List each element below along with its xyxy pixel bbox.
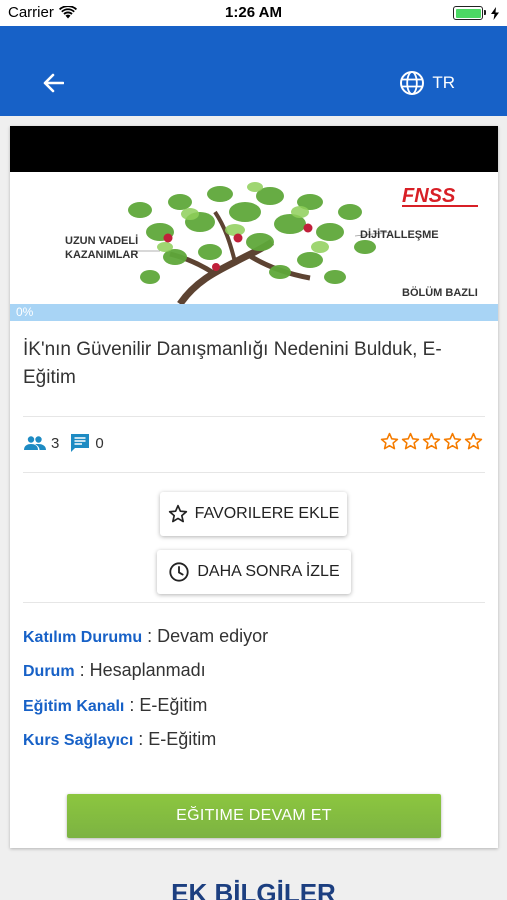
course-title: İK'nın Güvenilir Danışmanlığı Nedenini B… xyxy=(23,339,442,388)
tree-illustration: FNSS UZUN VADELİ KAZANIMLAR DİJİTALLEŞME… xyxy=(65,182,478,304)
banner-text: BÖLÜM BAZLI xyxy=(402,286,478,299)
add-to-favorites-label: FAVORILERE EKLE xyxy=(194,505,340,522)
clock-icon xyxy=(169,562,189,582)
info-key: Kurs Sağlayıcı xyxy=(23,732,134,749)
course-card: FNSS UZUN VADELİ KAZANIMLAR DİJİTALLEŞME… xyxy=(10,126,498,848)
divider xyxy=(23,416,485,417)
language-selector[interactable]: TR xyxy=(399,70,455,96)
additional-info-heading: EK BİLGİLER xyxy=(171,878,336,900)
add-to-favorites-button[interactable]: FAVORILERE EKLE xyxy=(160,492,347,536)
battery-icon xyxy=(453,6,486,20)
star-outline-icon[interactable] xyxy=(464,432,483,451)
status-bar: Carrier 1:26 AM xyxy=(0,0,507,26)
charging-icon xyxy=(491,6,499,20)
course-stats: 3 0 xyxy=(23,433,114,453)
star-outline-icon[interactable] xyxy=(380,432,399,451)
star-outline-icon[interactable] xyxy=(422,432,441,451)
clock: 1:26 AM xyxy=(225,4,282,21)
divider xyxy=(23,472,485,473)
comments-count: 0 xyxy=(95,434,104,452)
globe-icon xyxy=(400,71,425,95)
divider xyxy=(23,602,485,603)
course-banner-image: FNSS UZUN VADELİ KAZANIMLAR DİJİTALLEŞME… xyxy=(10,172,498,304)
comment-icon xyxy=(71,434,90,452)
info-value: : Devam ediyor xyxy=(142,626,269,646)
continue-training-button[interactable]: EĞITIME DEVAM ET xyxy=(67,794,441,838)
star-outline-icon[interactable] xyxy=(443,432,462,451)
rating-stars[interactable] xyxy=(380,432,483,451)
info-key: Eğitim Kanalı xyxy=(23,698,125,715)
arrow-left-icon xyxy=(43,73,64,93)
star-outline-icon[interactable] xyxy=(401,432,420,451)
watch-later-button[interactable]: DAHA SONRA İZLE xyxy=(157,550,351,594)
info-row-training-channel: Eğitim Kanalı : E-Eğitim xyxy=(23,695,207,716)
watch-later-label: DAHA SONRA İZLE xyxy=(197,563,340,580)
info-key: Katılım Durumu xyxy=(23,629,143,646)
info-row-status: Durum : Hesaplanmadı xyxy=(23,660,206,681)
star-outline-icon xyxy=(168,504,187,523)
info-row-participation-status: Katılım Durumu : Devam ediyor xyxy=(23,626,268,647)
info-value: : Hesaplanmadı xyxy=(74,660,206,680)
info-value: : E-Eğitim xyxy=(133,729,217,749)
info-key: Durum xyxy=(23,663,75,680)
progress-label: 0% xyxy=(16,305,34,319)
video-player[interactable] xyxy=(10,126,498,172)
progress-bar: 0% xyxy=(10,304,498,321)
banner-text: UZUN VADELİ xyxy=(65,234,138,247)
banner-text: KAZANIMLAR xyxy=(65,249,138,261)
back-button[interactable] xyxy=(36,66,70,100)
banner-text: DİJİTALLEŞME xyxy=(360,228,439,241)
language-label: TR xyxy=(432,73,455,92)
info-row-course-provider: Kurs Sağlayıcı : E-Eğitim xyxy=(23,729,216,750)
participants-count: 3 xyxy=(51,434,60,452)
app-header: TR xyxy=(0,26,507,116)
info-value: : E-Eğitim xyxy=(124,695,208,715)
brand-logo-text: FNSS xyxy=(402,185,456,207)
people-icon xyxy=(24,436,46,450)
